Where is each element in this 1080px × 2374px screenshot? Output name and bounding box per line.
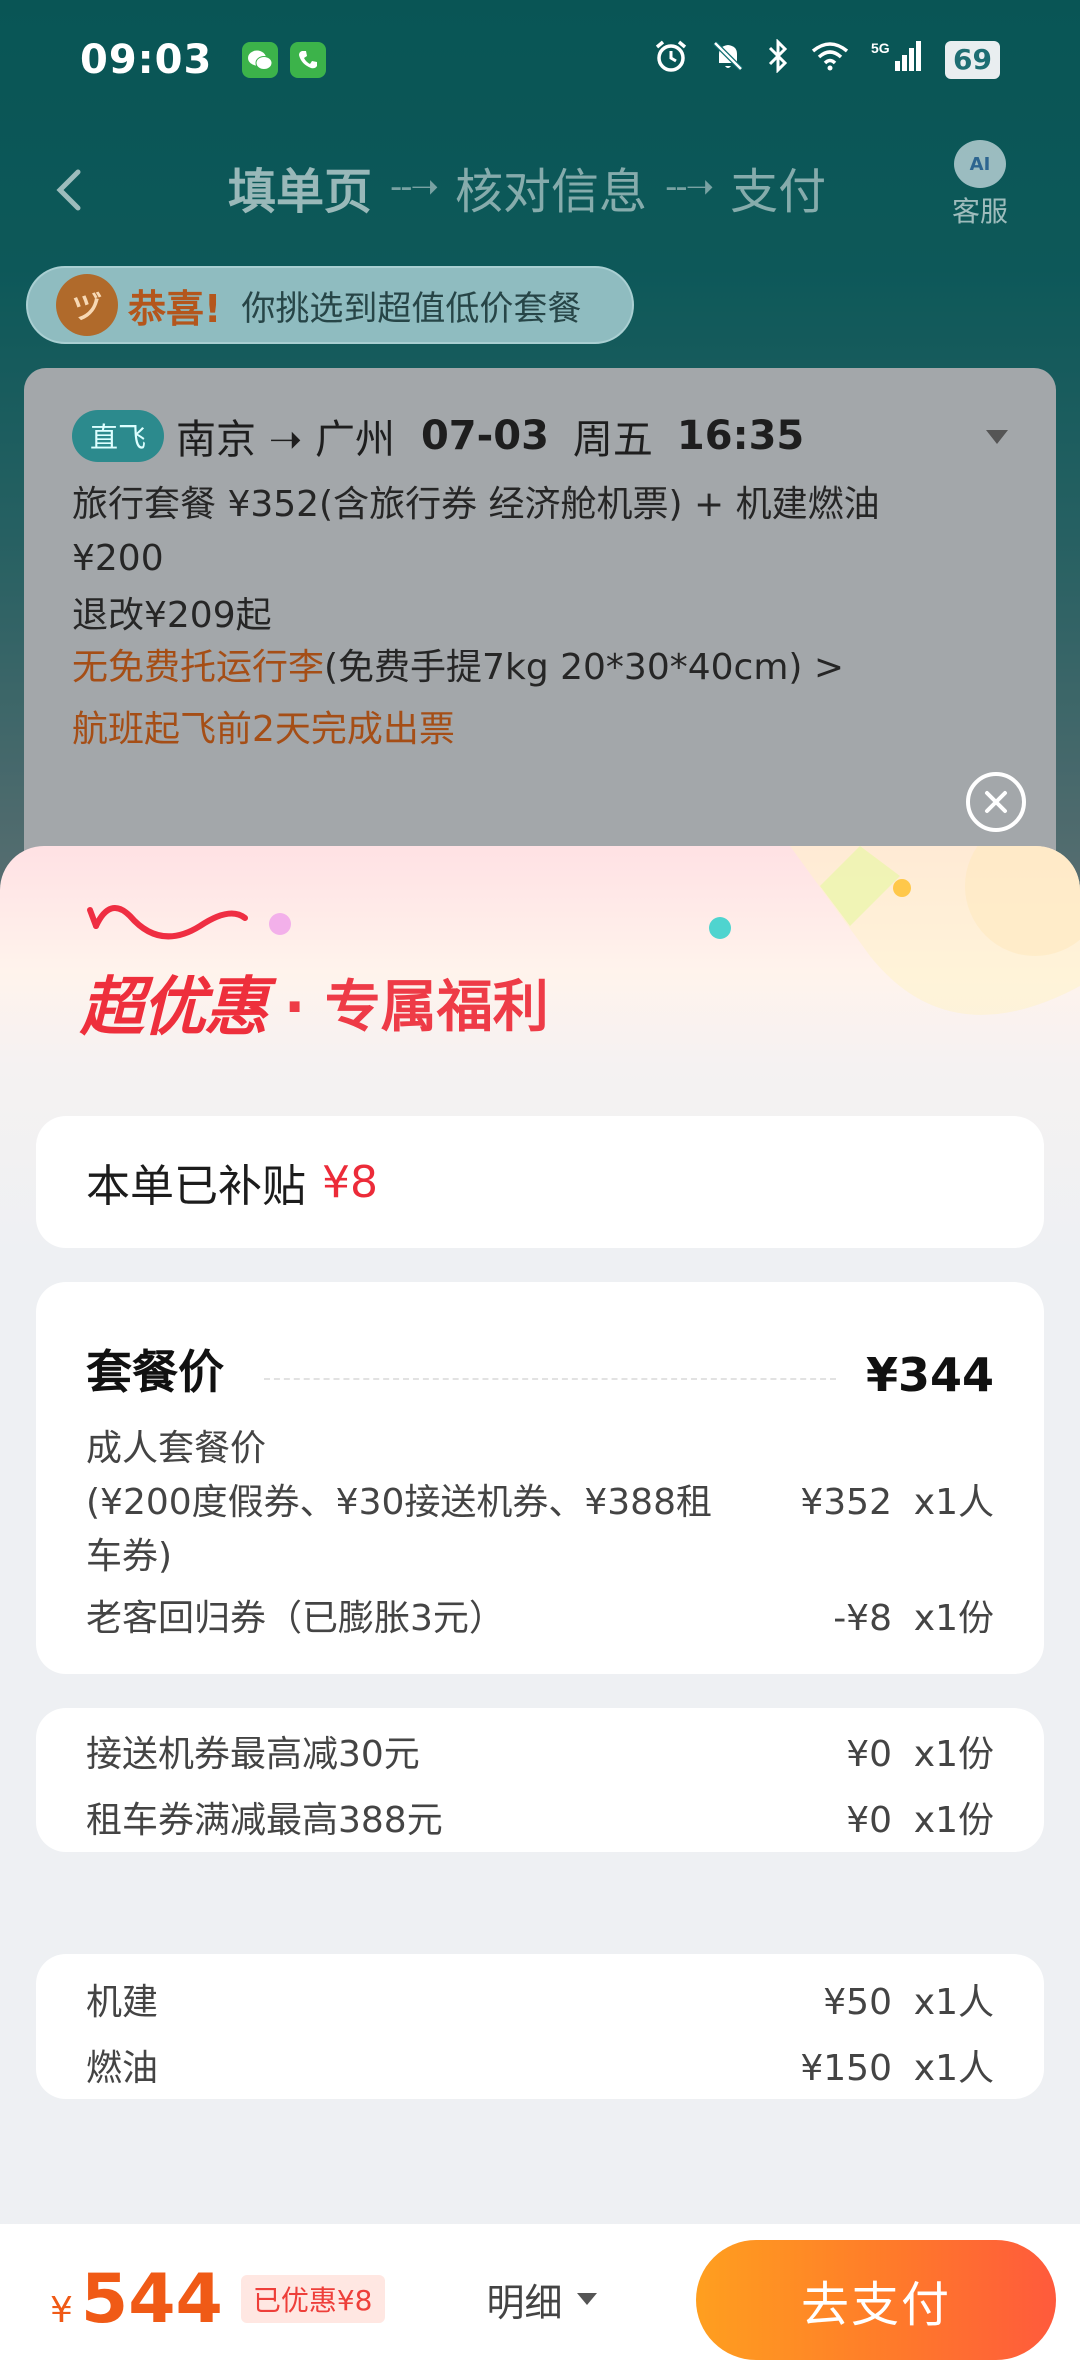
tax-amount: ¥50 — [823, 1982, 892, 2023]
tax-qty: x1人 — [913, 2048, 994, 2089]
price-detail-toggle[interactable]: 明细 — [487, 2272, 597, 2327]
close-sheet-button[interactable] — [966, 772, 1026, 832]
status-bar: 09:03 5G 69 — [0, 0, 1080, 120]
adult-price-desc: (¥200度假券、¥30接送机券、¥388租车券) — [86, 1482, 712, 1577]
package-price-value: ¥344 — [865, 1348, 994, 1402]
returning-coupon-row: 老客回归券（已膨胀3元） -¥8 x1份 — [86, 1592, 994, 1646]
adult-price-qty: x1人 — [913, 1482, 994, 1523]
nav-bar: 填单页 --➝ 核对信息 --➝ 支付 AI 客服 — [0, 130, 1080, 250]
coupon-qty: x1份 — [913, 1800, 994, 1841]
dashed-divider — [264, 1378, 836, 1380]
subsidy-label: 本单已补贴 — [86, 1161, 306, 1212]
step-arrow-icon: --➝ — [665, 167, 714, 207]
coupon-label: 租车券满减最高388元 — [86, 1800, 443, 1841]
total-currency: ¥ — [50, 2289, 73, 2331]
package-price-card: 套餐价 ¥344 成人套餐价 (¥200度假券、¥30接送机券、¥388租车券)… — [36, 1282, 1044, 1674]
pay-button[interactable]: 去支付 — [696, 2240, 1056, 2360]
saved-badge: 已优惠¥8 — [240, 2275, 385, 2323]
returning-coupon-label: 老客回归券（已膨胀3元） — [86, 1598, 505, 1639]
coupon-row: 接送机券最高减30元 ¥0 x1份 — [86, 1728, 994, 1782]
smile-bag-icon: ヅ — [56, 274, 118, 336]
subsidy-amount: ¥8 — [322, 1156, 378, 1208]
congrats-title: 恭喜! — [128, 286, 222, 331]
status-time: 09:03 — [80, 37, 213, 83]
mute-bell-icon — [711, 39, 745, 82]
flight-time: 16:35 — [676, 413, 805, 459]
expand-caret-icon[interactable] — [986, 430, 1008, 444]
step-fill-form: 填单页 — [228, 164, 373, 220]
signal-icon: 5G — [871, 39, 923, 82]
returning-coupon-qty: x1份 — [913, 1598, 994, 1639]
status-icons: 5G 69 — [653, 37, 1000, 83]
customer-service-button[interactable]: AI 客服 — [948, 140, 1012, 230]
ticketing-notice: 航班起飞前2天完成出票 — [72, 709, 455, 750]
flight-weekday: 周五 — [572, 417, 653, 463]
tax-qty: x1人 — [913, 1982, 994, 2023]
phone-app-icon — [290, 42, 327, 78]
sheet-title-main: 超优惠 — [80, 971, 268, 1045]
checkout-bar: ¥ 544 已优惠¥8 明细 去支付 — [0, 2224, 1080, 2374]
step-arrow-icon: --➝ — [390, 167, 439, 207]
congrats-banner: ヅ 恭喜! 你挑选到超值低价套餐 — [26, 266, 634, 344]
baggage-info[interactable]: 无免费托运行李(免费手提7kg 20*30*40cm) > — [72, 642, 1008, 694]
coupon-qty: x1份 — [913, 1734, 994, 1775]
alarm-icon — [653, 38, 689, 83]
total-amount: 544 — [80, 2259, 223, 2339]
refund-policy: 退改¥209起 — [72, 595, 272, 636]
tax-card: 机建 ¥50 x1人 燃油 ¥150 x1人 — [36, 1954, 1044, 2099]
baggage-detail: (免费手提7kg 20*30*40cm) > — [324, 647, 845, 688]
adult-price-row: 成人套餐价 (¥200度假券、¥30接送机券、¥388租车券) ¥352 x1人 — [86, 1422, 994, 1584]
tax-row: 燃油 ¥150 x1人 — [86, 2042, 994, 2096]
tax-label: 燃油 — [86, 2048, 159, 2089]
package-price-label: 套餐价 — [86, 1345, 224, 1399]
coupons-card: 接送机券最高减30元 ¥0 x1份 租车券满减最高388元 ¥0 x1份 — [36, 1708, 1044, 1852]
progress-steps: 填单页 --➝ 核对信息 --➝ 支付 — [228, 152, 826, 222]
flight-route: 南京 ➝ 广州 — [176, 417, 395, 463]
svg-text:5G: 5G — [871, 40, 890, 56]
tax-amount: ¥150 — [800, 2048, 892, 2089]
tax-row: 机建 ¥50 x1人 — [86, 1976, 994, 2030]
wechat-icon — [242, 42, 279, 78]
direct-flight-tag: 直飞 — [72, 410, 165, 462]
bluetooth-icon — [767, 37, 789, 82]
back-button[interactable] — [40, 160, 100, 220]
subsidy-card: 本单已补贴 ¥8 — [36, 1116, 1044, 1248]
adult-price-title: 成人套餐价 — [86, 1428, 267, 1469]
package-description: 旅行套餐 ¥352(含旅行券 经济舱机票) + 机建燃油 ¥200 — [72, 484, 880, 579]
coupon-row: 租车券满减最高388元 ¥0 x1份 — [86, 1794, 994, 1848]
back-arrow-icon — [56, 169, 81, 211]
ai-robot-icon: AI — [954, 140, 1006, 188]
coupon-label: 接送机券最高减30元 — [86, 1734, 420, 1775]
adult-price-amount: ¥352 — [800, 1482, 892, 1523]
sheet-title-sub: · 专属福利 — [284, 974, 549, 1040]
coupon-amount: ¥0 — [846, 1734, 892, 1775]
returning-coupon-amount: -¥8 — [833, 1598, 892, 1639]
benefits-sheet: 超优惠 · 专属福利 本单已补贴 ¥8 套餐价 ¥344 成人套餐价 (¥200… — [0, 846, 1080, 2226]
sheet-title: 超优惠 · 专属福利 — [80, 956, 549, 1048]
battery-indicator: 69 — [945, 41, 1000, 79]
step-verify-info: 核对信息 — [455, 164, 648, 220]
wifi-icon — [811, 40, 849, 80]
flight-date: 07-03 — [420, 413, 549, 459]
close-icon — [985, 791, 1007, 813]
chevron-down-icon — [576, 2293, 597, 2305]
baggage-warning: 无免费托运行李 — [72, 647, 325, 688]
flight-info-card[interactable]: 直飞 南京 ➝ 广州 07-03 周五 16:35 旅行套餐 ¥352(含旅行券… — [24, 368, 1056, 888]
tax-label: 机建 — [86, 1982, 159, 2023]
step-payment: 支付 — [730, 164, 827, 220]
congrats-text: 你挑选到超值低价套餐 — [241, 288, 582, 329]
coupon-amount: ¥0 — [846, 1800, 892, 1841]
customer-service-label: 客服 — [951, 195, 1008, 228]
price-detail-label: 明细 — [486, 2280, 563, 2325]
